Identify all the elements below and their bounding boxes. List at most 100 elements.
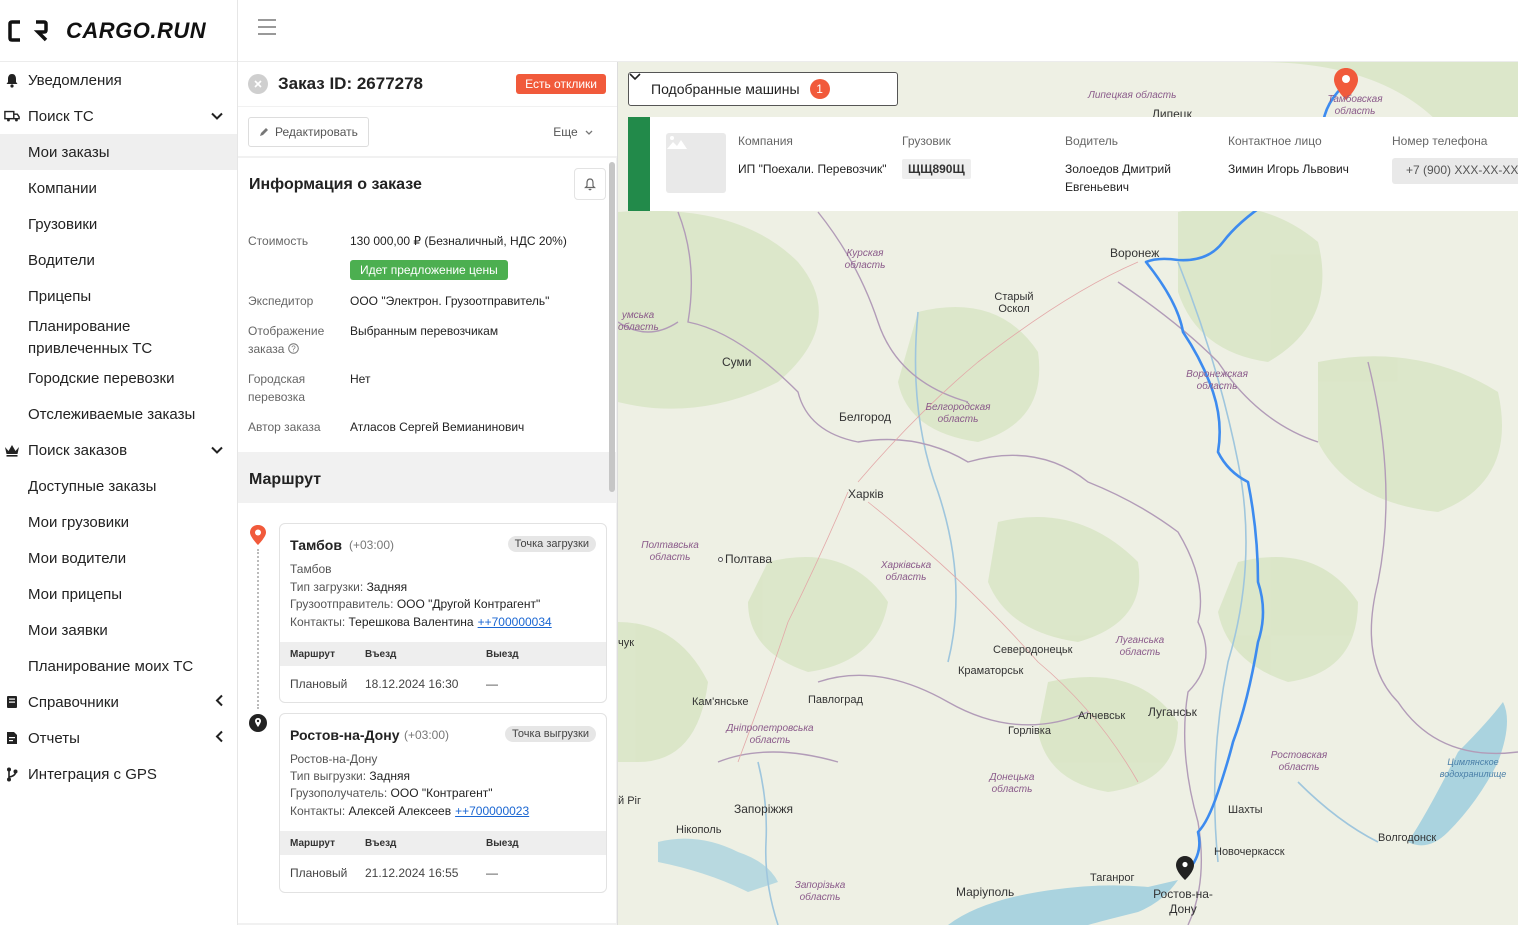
sidebar-item-label: Мои заявки (28, 621, 108, 639)
help-icon[interactable]: ? (287, 343, 299, 354)
phone-link[interactable]: ++700000023 (455, 804, 529, 818)
matched-machine-row[interactable]: Компания ИП "Поехали. Перевозчик" Грузов… (628, 117, 1518, 211)
stop-header: Тамбов (+03:00) Точка загрузки (280, 524, 606, 564)
chevron-left-icon (215, 730, 223, 747)
matched-machines-toggle[interactable]: Подобранные машины 1 (628, 72, 898, 106)
sidebar-item-drivers[interactable]: Водители (0, 242, 237, 278)
stop-contacts: Контакты: Алексей Алексеев ++700000023 (290, 804, 529, 818)
exit-value: — (486, 677, 498, 691)
book-icon (4, 694, 20, 710)
sidebar-item-notifications[interactable]: Уведомления (0, 62, 237, 98)
map-label: Северодонецьк (993, 644, 1073, 656)
sidebar-item-my-trucks[interactable]: Мои грузовики (0, 504, 237, 540)
sidebar-item-my-drivers[interactable]: Мои водители (0, 540, 237, 576)
sidebar-item-my-requests[interactable]: Мои заявки (0, 612, 237, 648)
contacts-value: Алексей Алексеев (348, 804, 452, 818)
sidebar-item-label: Доступные заказы (28, 477, 157, 495)
crown-icon (4, 442, 20, 458)
map-label: Ростов-на-Дону (1153, 887, 1213, 916)
menu-icon[interactable] (258, 19, 276, 35)
sidebar-item-search-orders[interactable]: Поиск заказов (0, 432, 237, 468)
sidebar-item-label: Поиск ТС (28, 107, 94, 125)
stop-address: Тамбов (290, 562, 332, 576)
display-label-line: заказа (248, 342, 285, 356)
phone-value[interactable]: +7 (900) XXX-XX-XX (1392, 158, 1518, 184)
sidebar-item-city-transport[interactable]: Городские перевозки (0, 360, 237, 396)
chevron-down-icon (211, 108, 223, 125)
map[interactable]: Липецкая область Липецк Тамбовская облас… (618, 62, 1518, 925)
map-label: й Рiг (618, 795, 641, 807)
contacts-value: Терешкова Валентина (348, 615, 474, 629)
sidebar-item-my-trailers[interactable]: Мои прицепы (0, 576, 237, 612)
map-label: Белгород (839, 410, 892, 424)
exit-value: — (486, 866, 498, 880)
close-icon[interactable] (248, 74, 268, 94)
plan-label: Плановый (290, 677, 348, 691)
stop-contacts: Контакты: Терешкова Валентина ++700000034 (290, 615, 552, 629)
map-label: Цимлянское водохранилище (1439, 757, 1507, 779)
city-label-line: Городская (248, 372, 306, 386)
panel-scrollbar[interactable] (609, 162, 615, 492)
stop-party: Грузополучатель: ООО "Контрагент" (290, 786, 492, 800)
map-label: Павлоград (808, 694, 863, 706)
order-panel: Заказ ID: 2677278 Есть отклики Редактиро… (238, 62, 618, 925)
stop-type-tag: Точка выгрузки (505, 726, 596, 742)
sidebar-item-label: Интеграция с GPS (28, 765, 157, 783)
order-header: Заказ ID: 2677278 Есть отклики (238, 62, 617, 106)
stop-table-row: Плановый 21.12.2024 16:55 — (280, 855, 606, 891)
sidebar-item-my-orders[interactable]: Мои заказы (0, 134, 237, 170)
sidebar-item-trailers[interactable]: Прицепы (0, 278, 237, 314)
logo-text: CARGO.RUN (66, 17, 207, 43)
map-label: Волгодонск (1378, 832, 1437, 844)
load-type-value: Задняя (369, 769, 410, 783)
responses-badge[interactable]: Есть отклики (516, 74, 606, 94)
sidebar-item-label: Прицепы (28, 287, 92, 305)
map-label: Воронежская область (1186, 369, 1248, 392)
chevron-down-icon (629, 73, 641, 81)
header-truck: Грузовик (902, 134, 951, 148)
sidebar-item-companies[interactable]: Компании (0, 170, 237, 206)
map-label: Кам'янське (692, 696, 749, 708)
map-label: Курская область (844, 248, 886, 271)
logo[interactable]: CARGO.RUN (0, 0, 237, 62)
image-placeholder-icon (666, 133, 726, 193)
route-title: Маршрут (249, 471, 322, 488)
sidebar-item-directories[interactable]: Справочники (0, 684, 237, 720)
map-label: Краматорськ (958, 665, 1024, 677)
subscribe-button[interactable] (574, 168, 606, 200)
sidebar-item-label: Мои прицепы (28, 585, 123, 603)
more-dropdown[interactable]: Еще (553, 125, 593, 139)
map-label: Новочеркасск (1214, 846, 1285, 858)
route-stop-loading[interactable]: Тамбов (+03:00) Точка загрузки Тамбов Ти… (279, 523, 607, 703)
sidebar-item-tracked-orders[interactable]: Отслеживаемые заказы (0, 396, 237, 432)
stop-party: Грузоотправитель: ООО "Другой Контрагент… (290, 597, 540, 611)
header-contact: Контактное лицо (1228, 134, 1322, 148)
sidebar-item-planning-hired[interactable]: Планирование привлеченных ТС (0, 314, 237, 360)
map-label: Харківська область (880, 560, 932, 583)
contact-value: Зимин Игорь Львович (1228, 162, 1349, 176)
edit-button[interactable]: Редактировать (248, 116, 369, 147)
sidebar-item-available-orders[interactable]: Доступные заказы (0, 468, 237, 504)
stop-header: Ростов-на-Дону (+03:00) Точка выгрузки (280, 714, 606, 754)
col-route: Маршрут (290, 649, 336, 660)
sidebar-item-trucks[interactable]: Грузовики (0, 206, 237, 242)
forwarder-value: ООО "Электрон. Грузоотправитель" (350, 294, 550, 308)
more-label: Еще (553, 125, 578, 139)
stop-city: Ростов-на-Дону (290, 727, 400, 743)
map-label: Алчевськ (1078, 710, 1126, 722)
driver-line: Евгеньевич (1065, 180, 1130, 194)
sidebar-item-planning-my[interactable]: Планирование моих ТС (0, 648, 237, 684)
route-stop-unloading[interactable]: Ростов-на-Дону (+03:00) Точка выгрузки Р… (279, 713, 607, 893)
col-exit: Выезд (486, 649, 519, 660)
phone-link[interactable]: ++700000034 (478, 615, 552, 629)
svg-text:?: ? (291, 344, 296, 353)
sidebar-item-search-vehicles[interactable]: Поиск ТС (0, 98, 237, 134)
sidebar-item-gps-integration[interactable]: Интеграция с GPS (0, 756, 237, 792)
city-transport-label: Городская перевозка (248, 370, 338, 406)
stop-timezone: (+03:00) (404, 728, 450, 742)
sidebar-item-label: Планирование привлеченных ТС (28, 318, 153, 357)
report-icon (4, 730, 20, 746)
driver-line: Золоедов Дмитрий (1065, 162, 1171, 176)
sidebar-item-reports[interactable]: Отчеты (0, 720, 237, 756)
map-label: Маріуполь (956, 885, 1015, 899)
